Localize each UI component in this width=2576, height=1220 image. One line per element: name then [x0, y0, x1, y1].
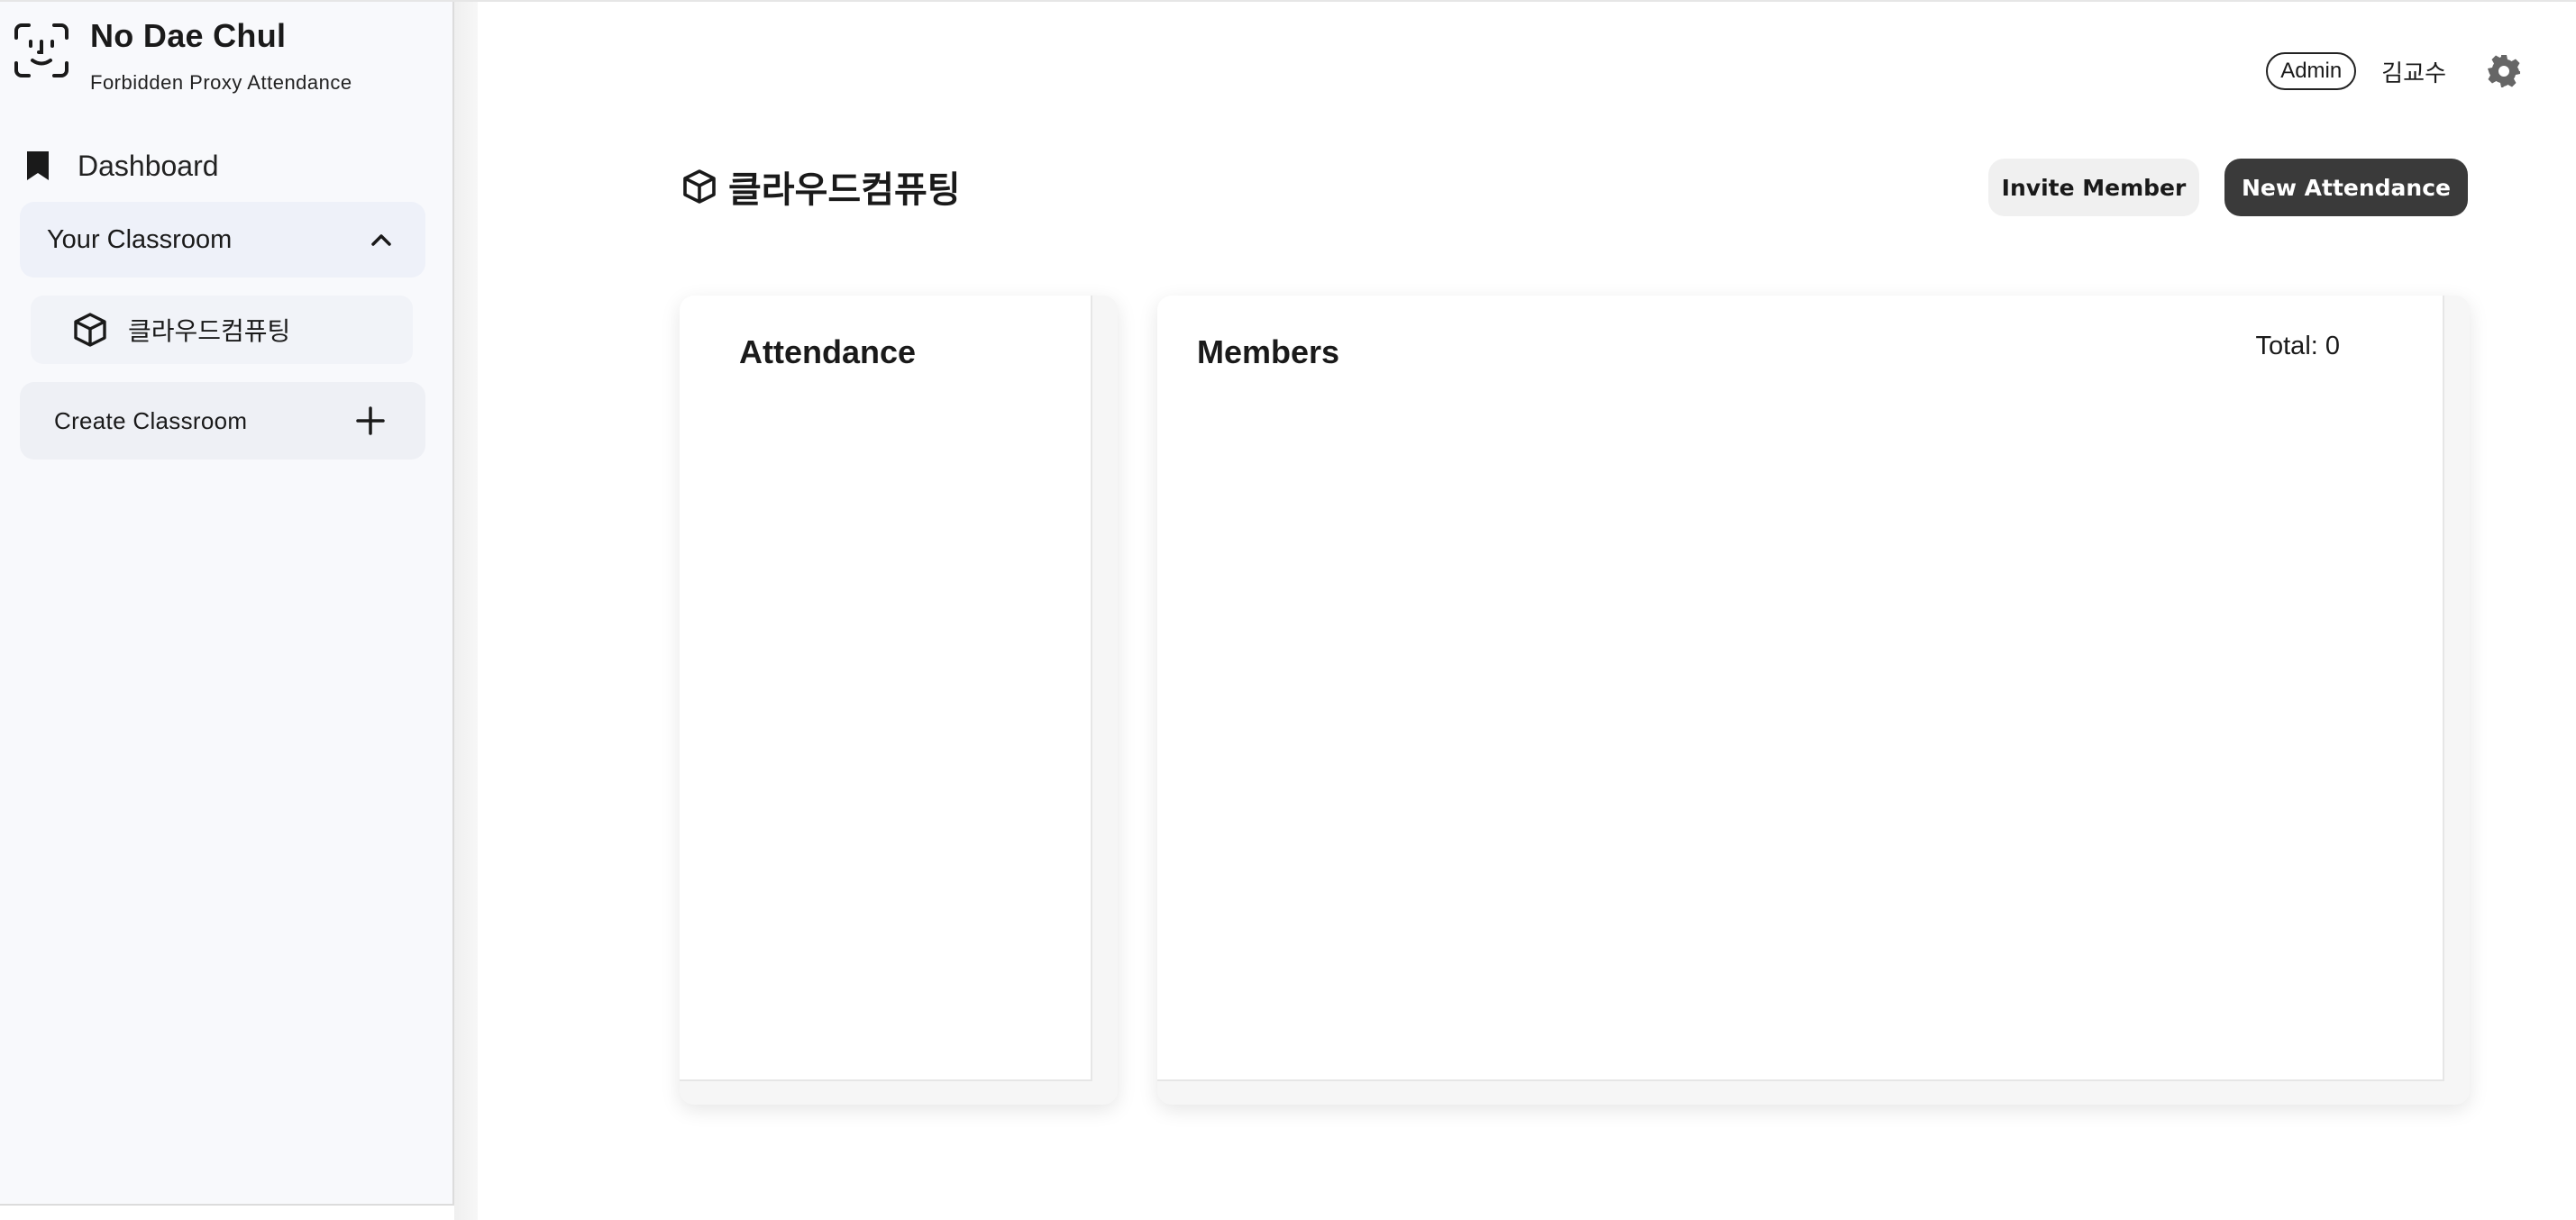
attendance-card-body: Attendance: [680, 296, 1092, 1081]
attendance-card: Attendance: [680, 296, 1118, 1105]
plus-icon: [356, 406, 385, 435]
topbar: Admin 김교수: [2266, 52, 2522, 90]
page-title-text: 클라우드컴퓨팅: [728, 170, 961, 210]
role-badge: Admin: [2266, 52, 2357, 90]
sidebar-item-dashboard[interactable]: Dashboard: [25, 146, 219, 186]
sidebar-item-classroom[interactable]: 클라우드컴퓨팅: [31, 296, 413, 364]
gear-icon[interactable]: [2486, 53, 2522, 89]
create-classroom-label: Create Classroom: [54, 406, 248, 434]
sidebar-item-label: Dashboard: [78, 149, 219, 182]
brand: No Dae Chul Forbidden Proxy Attendance: [13, 18, 352, 96]
new-attendance-button[interactable]: New Attendance: [2224, 159, 2468, 216]
sidebar-group-your-classroom[interactable]: Your Classroom: [20, 202, 425, 278]
user-name: 김교수: [2381, 59, 2446, 86]
members-title: Members: [1197, 333, 1340, 370]
face-id-icon: [14, 23, 69, 77]
members-card-body: Members Total: 0: [1157, 296, 2444, 1081]
sidebar: No Dae Chul Forbidden Proxy Attendance D…: [0, 2, 454, 1206]
members-card: Members Total: 0: [1157, 296, 2470, 1105]
bookmark-icon: [27, 151, 49, 180]
cube-icon: [683, 169, 716, 204]
members-total: Total: 0: [2255, 332, 2341, 360]
page-title: 클라우드컴퓨팅: [681, 160, 961, 213]
create-classroom-button[interactable]: Create Classroom: [20, 382, 425, 460]
chevron-up-icon: [371, 234, 391, 246]
invite-member-button[interactable]: Invite Member: [1988, 159, 2199, 216]
app-root: No Dae Chul Forbidden Proxy Attendance D…: [0, 0, 2576, 1220]
attendance-title: Attendance: [739, 333, 917, 370]
sidebar-group-label: Your Classroom: [47, 224, 233, 254]
brand-title: No Dae Chul: [90, 17, 287, 54]
sidebar-divider: [454, 2, 478, 1220]
sidebar-item-label: 클라우드컴퓨팅: [128, 317, 291, 345]
cube-icon: [74, 313, 106, 347]
brand-subtitle: Forbidden Proxy Attendance: [90, 71, 352, 94]
